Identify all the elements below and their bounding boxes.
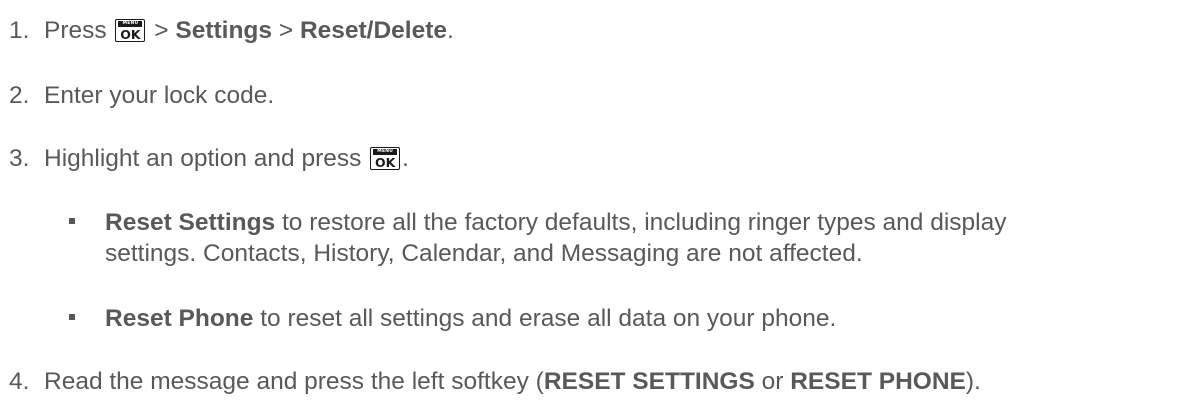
step-text: Enter your lock code.	[44, 82, 275, 109]
reset-delete-label: Reset/Delete	[299, 17, 448, 44]
step-text: Read the message and press the left soft…	[44, 368, 981, 395]
step-text: Press MENU OK > Settings > Reset/Delete.	[44, 17, 454, 44]
step-number: 4.	[9, 368, 30, 395]
step-number: 2.	[9, 82, 30, 109]
option-text: Reset Settings to restore all the factor…	[105, 209, 1007, 267]
step-number: 1.	[9, 17, 30, 44]
menu-ok-key-icon: MENU OK	[370, 147, 401, 170]
bullet-icon	[69, 314, 75, 320]
reset-settings-label: Reset Settings	[105, 209, 276, 236]
step-text: Highlight an option and press MENU OK.	[44, 145, 409, 172]
reset-settings-softkey-label: RESET SETTINGS	[543, 368, 755, 395]
settings-label: Settings	[175, 17, 273, 44]
option-text: Reset Phone to reset all settings and er…	[105, 305, 837, 332]
menu-ok-key-icon: MENU OK	[115, 19, 146, 42]
step-number: 3.	[9, 145, 30, 172]
bullet-icon	[69, 218, 75, 224]
reset-phone-label: Reset Phone	[105, 305, 254, 332]
reset-phone-softkey-label: RESET PHONE	[790, 368, 966, 395]
